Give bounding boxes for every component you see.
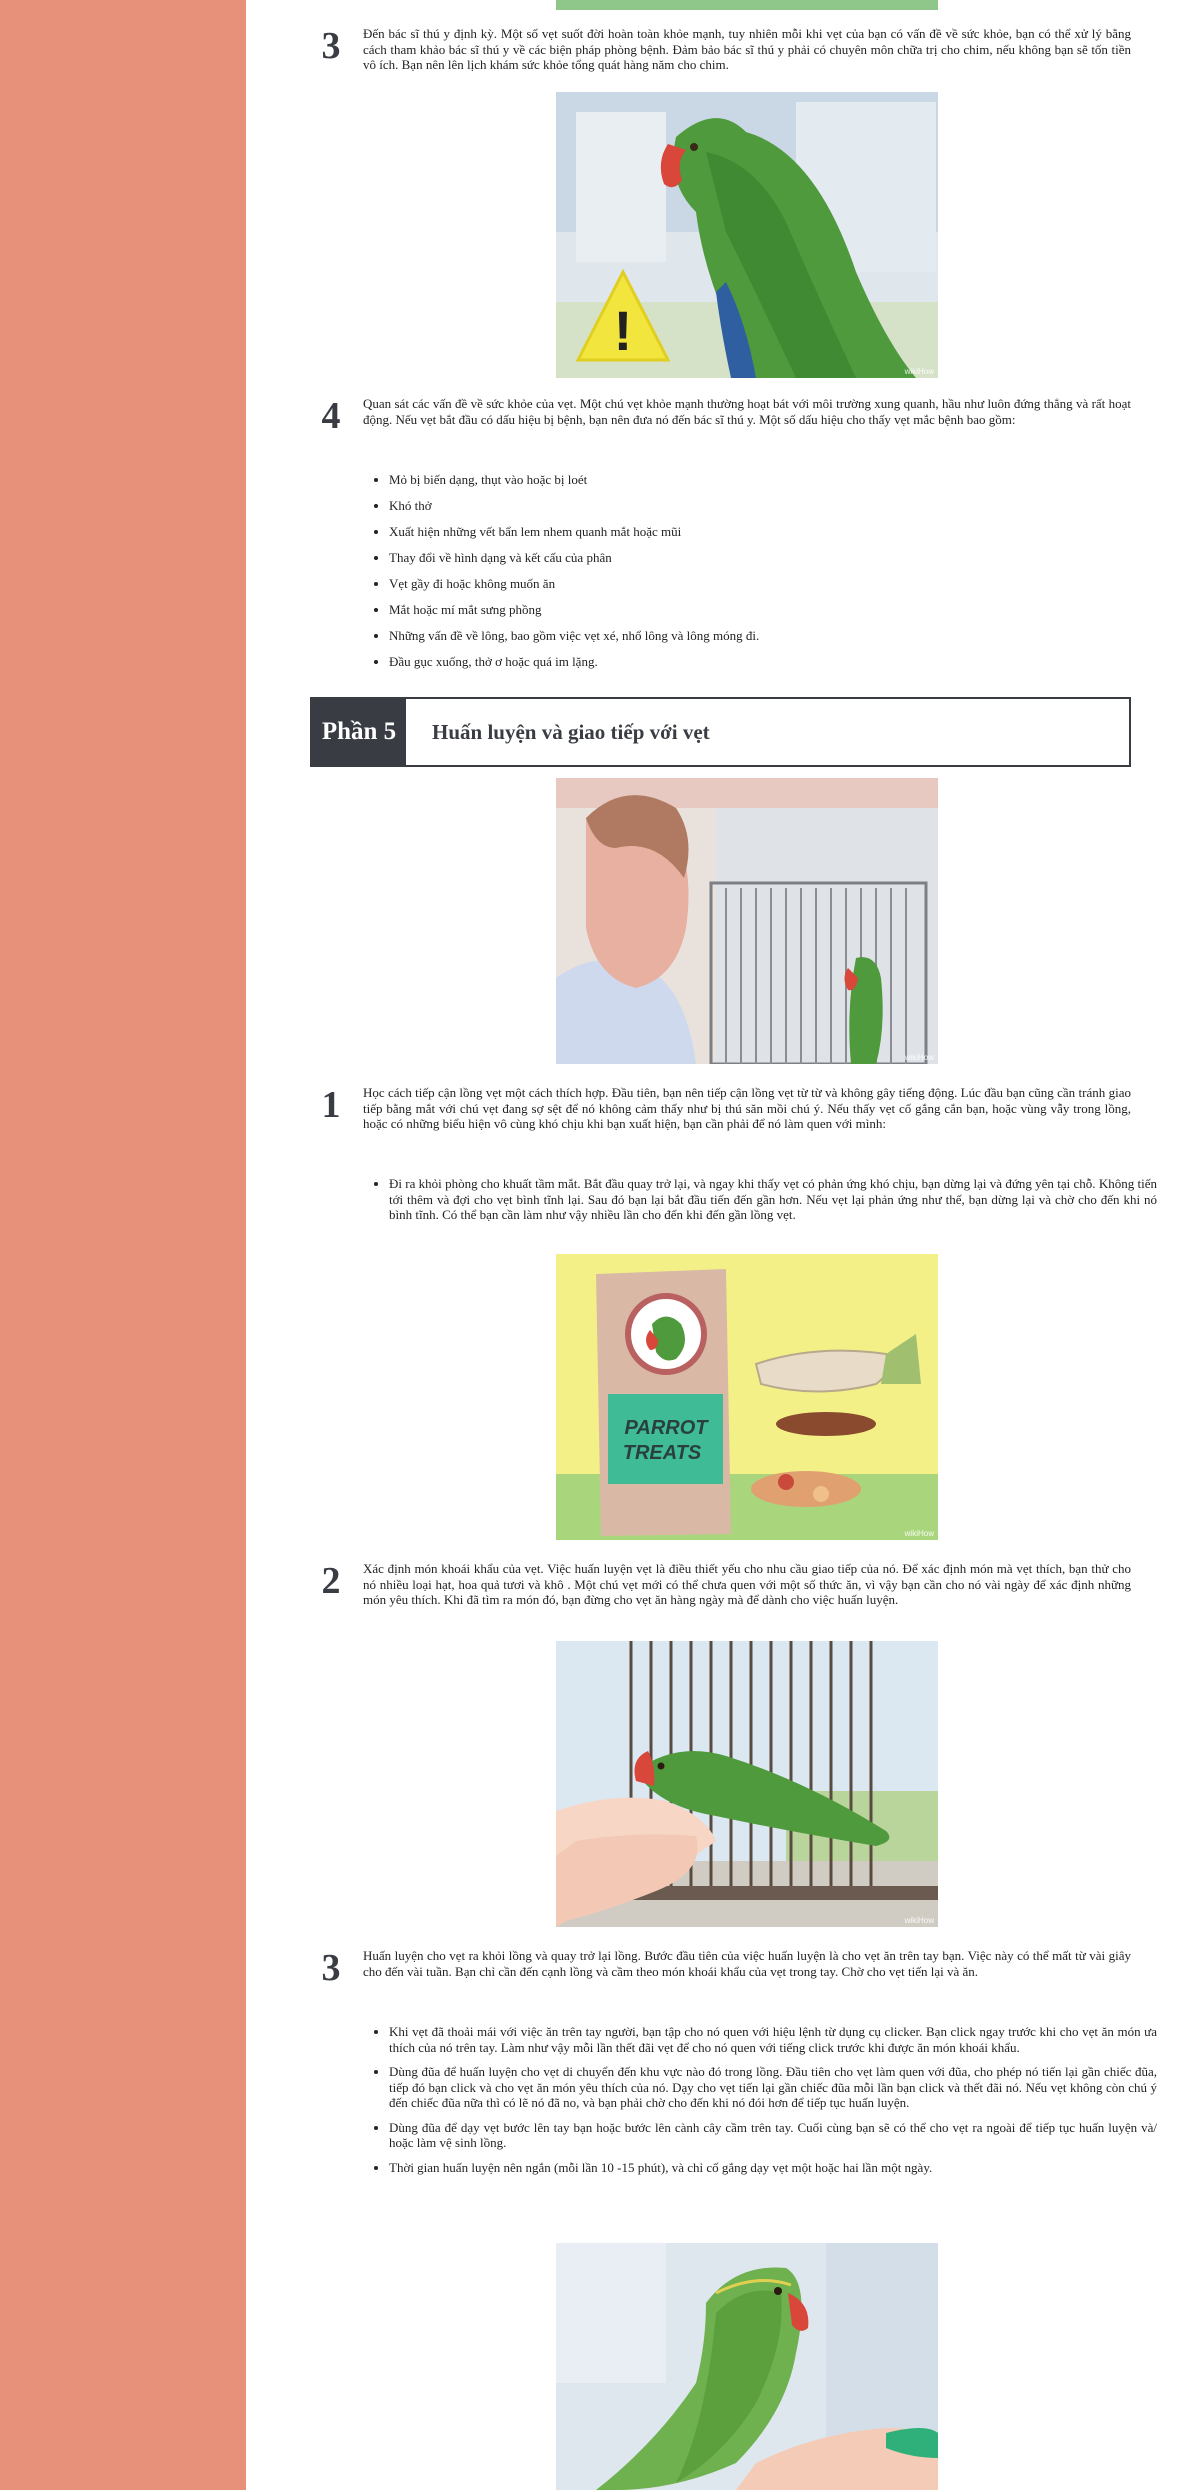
step-number: 3 [321, 25, 341, 67]
list-item: Những vấn đề về lông, bao gồm việc vẹt x… [389, 628, 1157, 644]
bullet-list: Mỏ bị biến dạng, thụt vào hoặc bị loét K… [363, 472, 1157, 680]
list-item: Thay đổi về hình dạng và kết cấu của phâ… [389, 550, 1157, 566]
list-item: Đi ra khỏi phòng cho khuất tầm mắt. Bắt … [389, 1176, 1157, 1223]
image-parrot-treats: PARROT TREATS wikiHow [556, 1254, 938, 1540]
image-parrot-warning: ! wikiHow [556, 92, 938, 378]
image-prev-remnant [556, 0, 938, 10]
step-number: 3 [321, 1947, 341, 1989]
image-parrot-on-hand [556, 2243, 938, 2490]
step-text: Đến bác sĩ thú y định kỳ. Một số vẹt suố… [363, 26, 1131, 72]
article-content: 3 Đến bác sĩ thú y định kỳ. Một số vẹt s… [246, 0, 1179, 2490]
list-item: Vẹt gầy đi hoặc không muốn ăn [389, 576, 1157, 592]
svg-text:!: ! [614, 299, 633, 362]
left-side-band [0, 0, 246, 2490]
step-text: Huấn luyện cho vẹt ra khỏi lồng và quay … [363, 1948, 1131, 1979]
watermark: wikiHow [904, 1916, 934, 1925]
bullet-list: Khi vẹt đã thoải mái với việc ăn trên ta… [363, 2024, 1157, 2184]
watermark: wikiHow [904, 1053, 934, 1062]
list-item: Dùng đũa để dạy vẹt bước lên tay bạn hoặ… [389, 2120, 1157, 2151]
svg-text:TREATS: TREATS [623, 1442, 702, 1464]
list-item: Khi vẹt đã thoải mái với việc ăn trên ta… [389, 2024, 1157, 2055]
image-hand-feeding: wikiHow [556, 1641, 938, 1927]
list-item: Mắt hoặc mí mắt sưng phồng [389, 602, 1157, 618]
list-item: Đầu gục xuống, thở ơ hoặc quá im lặng. [389, 654, 1157, 670]
step-number: 4 [321, 395, 341, 437]
bullet-list: Đi ra khỏi phòng cho khuất tầm mắt. Bắt … [363, 1176, 1157, 1232]
step-text: Xác định món khoái khẩu của vẹt. Việc hu… [363, 1561, 1131, 1607]
part-label: Phần 5 [312, 699, 406, 765]
step-text: Quan sát các vấn đề về sức khỏe của vẹt.… [363, 396, 1131, 427]
part-header: Phần 5 Huấn luyện và giao tiếp với vẹt [310, 697, 1131, 767]
svg-text:PARROT: PARROT [625, 1417, 710, 1439]
step-number: 2 [321, 1560, 341, 1602]
list-item: Mỏ bị biến dạng, thụt vào hoặc bị loét [389, 472, 1157, 488]
step-text: Học cách tiếp cận lồng vẹt một cách thíc… [363, 1085, 1131, 1131]
part-title: Huấn luyện và giao tiếp với vẹt [432, 720, 710, 744]
step-number: 1 [321, 1084, 341, 1126]
image-man-cage: wikiHow [556, 778, 938, 1064]
watermark: wikiHow [904, 1529, 934, 1538]
list-item: Xuất hiện những vết bẩn lem nhem quanh m… [389, 524, 1157, 540]
list-item: Dùng đũa để huấn luyện cho vẹt di chuyển… [389, 2064, 1157, 2111]
watermark: wikiHow [904, 367, 934, 376]
list-item: Khó thở [389, 498, 1157, 514]
list-item: Thời gian huấn luyện nên ngắn (mỗi lần 1… [389, 2160, 1157, 2176]
